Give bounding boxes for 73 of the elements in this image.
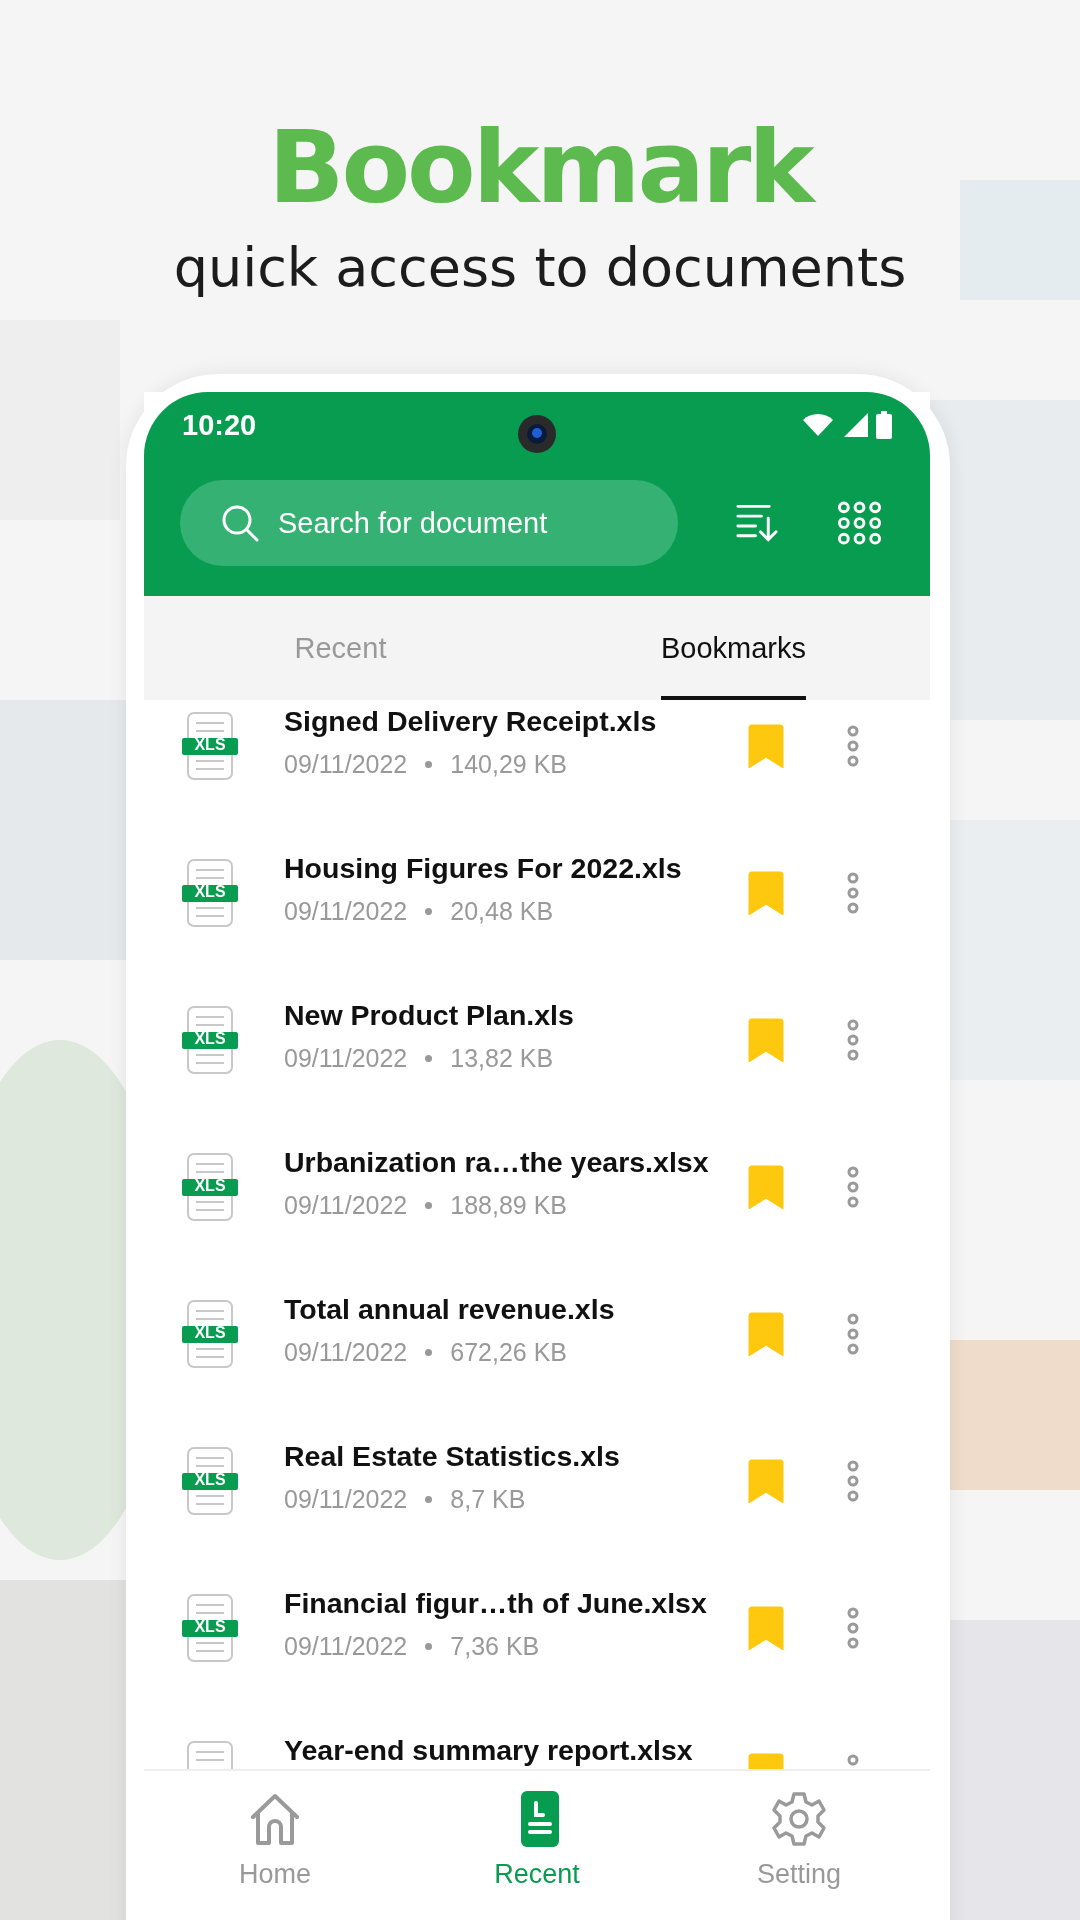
file-type-label: XLS bbox=[193, 883, 227, 901]
file-name: Real Estate Statistics.xls bbox=[284, 1439, 621, 1473]
file-date: 09/11/2022 bbox=[284, 1484, 408, 1514]
more-icon[interactable] bbox=[846, 1017, 860, 1062]
separator-dot bbox=[425, 907, 433, 915]
file-name: Signed Delivery Receipt.xls bbox=[284, 704, 658, 738]
subtitle: quick access to documents bbox=[173, 235, 907, 301]
camera-icon bbox=[517, 414, 557, 454]
separator-dot bbox=[425, 1495, 433, 1503]
file-name: New Product Plan.xls bbox=[284, 998, 575, 1032]
file-date: 09/11/2022 bbox=[284, 1631, 408, 1661]
search-field[interactable]: Search for document bbox=[180, 480, 678, 566]
bookmark-icon[interactable] bbox=[748, 1311, 784, 1356]
file-date: 09/11/2022 bbox=[284, 1190, 408, 1220]
file-type-label: XLS bbox=[193, 736, 227, 754]
separator-dot bbox=[425, 760, 433, 768]
more-icon[interactable] bbox=[846, 1311, 860, 1356]
status-time: 10:20 bbox=[182, 408, 257, 442]
separator-dot bbox=[425, 1642, 433, 1650]
file-name: Total annual revenue.xls bbox=[284, 1292, 616, 1326]
file-name: Housing Figures For 2022.xls bbox=[284, 851, 683, 885]
more-icon[interactable] bbox=[846, 723, 860, 768]
bookmark-icon[interactable] bbox=[748, 1605, 784, 1650]
separator-dot bbox=[425, 1054, 433, 1062]
battery-icon bbox=[876, 411, 892, 439]
file-type-label: XLS bbox=[193, 1324, 227, 1342]
file-name: Year-end summary report.xlsx bbox=[284, 1733, 694, 1767]
search-icon bbox=[220, 503, 260, 543]
spreadsheet-file-icon bbox=[182, 1151, 238, 1222]
file-name: Financial figur…th of June.xlsx bbox=[284, 1586, 708, 1620]
nav-item[interactable]: Setting bbox=[668, 1771, 930, 1920]
tab[interactable]: Recent bbox=[294, 596, 387, 700]
spreadsheet-file-icon bbox=[182, 1004, 238, 1075]
file-size: 7,36 KB bbox=[450, 1631, 540, 1661]
spreadsheet-file-icon bbox=[182, 1592, 238, 1663]
wifi-icon bbox=[802, 413, 834, 437]
file-type-label: XLS bbox=[193, 1471, 227, 1489]
bookmark-icon[interactable] bbox=[748, 870, 784, 915]
file-size: 13,82 KB bbox=[450, 1043, 554, 1073]
bookmark-icon[interactable] bbox=[748, 1164, 784, 1209]
separator-dot bbox=[425, 1201, 433, 1209]
file-size: 8,7 KB bbox=[450, 1484, 526, 1514]
spreadsheet-file-icon bbox=[182, 710, 238, 781]
file-date: 09/11/2022 bbox=[284, 896, 408, 926]
tab[interactable]: Bookmarks bbox=[660, 596, 806, 700]
file-size: 672,26 KB bbox=[450, 1337, 568, 1367]
spreadsheet-file-icon bbox=[182, 857, 238, 928]
more-icon[interactable] bbox=[846, 1458, 860, 1503]
bookmark-icon[interactable] bbox=[748, 723, 784, 768]
file-type-label: XLS bbox=[193, 1030, 227, 1048]
file-name: Urbanization ra…the years.xlsx bbox=[284, 1145, 710, 1179]
file-date: 09/11/2022 bbox=[284, 1337, 408, 1367]
file-size: 140,29 KB bbox=[450, 749, 568, 779]
signal-icon bbox=[842, 413, 868, 437]
file-size: 188,89 KB bbox=[450, 1190, 568, 1220]
bookmark-icon[interactable] bbox=[748, 1458, 784, 1503]
spreadsheet-file-icon bbox=[182, 1445, 238, 1516]
file-date: 09/11/2022 bbox=[284, 1043, 408, 1073]
file-type-label: XLS bbox=[193, 1177, 227, 1195]
more-icon[interactable] bbox=[846, 1605, 860, 1650]
file-date: 09/11/2022 bbox=[284, 749, 408, 779]
nav-item[interactable]: Home bbox=[144, 1771, 406, 1920]
bookmark-icon[interactable] bbox=[748, 1017, 784, 1062]
file-type-label: XLS bbox=[193, 1618, 227, 1636]
more-icon[interactable] bbox=[846, 1164, 860, 1209]
settings-icon bbox=[769, 1791, 829, 1847]
nav-item[interactable]: Recent bbox=[406, 1771, 668, 1920]
file-size: 20,48 KB bbox=[450, 896, 554, 926]
more-icon[interactable] bbox=[846, 870, 860, 915]
grid-icon[interactable] bbox=[837, 500, 882, 546]
search-field[interactable]: Search for document bbox=[276, 505, 678, 541]
spreadsheet-file-icon bbox=[182, 1298, 238, 1369]
separator-dot bbox=[425, 1348, 433, 1356]
